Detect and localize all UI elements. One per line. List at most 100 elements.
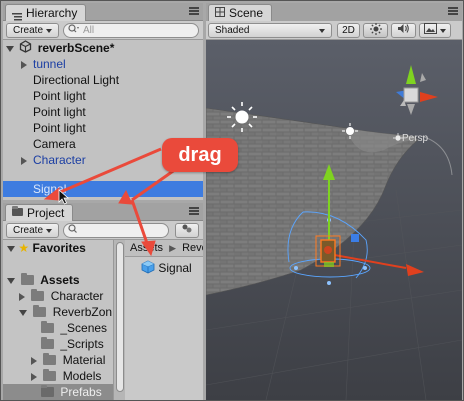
hierarchy-item-point-light[interactable]: Point light (3, 88, 203, 104)
grid-icon (215, 5, 225, 21)
project-search-input[interactable] (63, 223, 169, 238)
hierarchy-item-label: Point light (33, 121, 86, 135)
asset-item-signal[interactable]: Signal (141, 260, 192, 276)
collapse-arrow-icon (31, 356, 37, 365)
folder-icon (41, 336, 54, 349)
hierarchy-item-label: Directional Light (33, 73, 120, 87)
breadcrumb: Assets ▶ Reve (125, 240, 203, 257)
prefab-cube-icon (141, 260, 155, 278)
hierarchy-item-directional-light[interactable]: Directional Light (3, 72, 203, 88)
search-icon (68, 24, 80, 37)
view-mode-label: Persp (402, 133, 429, 144)
hierarchy-tabbar: Hierarchy (3, 3, 203, 21)
search-placeholder: All (83, 25, 95, 36)
hierarchy-create-button[interactable]: Create (6, 23, 60, 38)
scene-toolbar: Shaded 2D (206, 21, 462, 40)
scene-effects-dropdown[interactable] (419, 23, 451, 38)
expand-arrow-icon (6, 45, 14, 52)
project-tabbar: Project (3, 203, 203, 221)
folder-row-models[interactable]: Models (3, 368, 113, 384)
toggle-2d-button[interactable]: 2D (337, 23, 360, 38)
assets-label: Assets (40, 273, 80, 287)
chevron-down-icon (440, 28, 446, 33)
hierarchy-search-input[interactable]: All (63, 23, 199, 38)
folder-icon (41, 320, 54, 333)
scene-name: reverbScene* (37, 41, 115, 55)
folder-icon (31, 288, 45, 301)
folder-label: Prefabs (60, 385, 102, 399)
filter-by-type-button[interactable] (175, 223, 199, 238)
image-icon (424, 23, 437, 38)
favorites-label: Favorites (32, 241, 86, 255)
scrollbar-thumb[interactable] (116, 242, 124, 392)
scene-tabbar: Scene (206, 3, 462, 21)
panel-menu-icon[interactable] (189, 7, 199, 15)
collapse-arrow-icon (19, 292, 25, 301)
folder-label: _Scenes (60, 321, 108, 335)
folder-tree-scrollbar[interactable] (113, 240, 125, 400)
list-icon (12, 9, 22, 21)
hierarchy-tree: reverbScene* tunnel Directional Light Po… (3, 40, 203, 200)
tab-hierarchy-label: Hierarchy (26, 6, 78, 20)
chevron-down-icon (46, 28, 53, 33)
tab-hierarchy[interactable]: Hierarchy (5, 4, 87, 21)
assets-row[interactable]: Assets (3, 272, 113, 288)
folder-row-character[interactable]: Character (3, 288, 113, 304)
folder-label: Character (50, 289, 104, 303)
collapse-arrow-icon (31, 372, 37, 381)
scene-viewport[interactable]: Persp (206, 40, 462, 400)
tab-project-label: Project (27, 206, 65, 220)
folder-label: Material (62, 353, 106, 367)
hierarchy-item-signal[interactable]: Signal (3, 181, 203, 197)
favorites-row[interactable]: ★ Favorites (3, 240, 113, 256)
scene-lighting-toggle[interactable] (363, 22, 388, 39)
shading-mode-value: Shaded (215, 25, 250, 36)
tab-scene[interactable]: Scene (208, 4, 273, 21)
breadcrumb-separator-icon: ▶ (169, 243, 176, 253)
hierarchy-item-label: Camera (33, 137, 76, 151)
drag-callout: drag (162, 138, 238, 172)
folder-icon (43, 368, 57, 381)
tab-project[interactable]: Project (5, 204, 74, 221)
project-folder-tree: ★ Favorites Assets Character ReverbZon _… (3, 240, 113, 400)
filter-icon (180, 223, 194, 238)
sun-icon (369, 22, 382, 39)
scene-audio-toggle[interactable] (391, 23, 416, 38)
folder-label: Models (62, 369, 102, 383)
asset-item-label: Signal (158, 261, 192, 276)
expand-arrow-icon (7, 245, 15, 252)
collapse-arrow-icon (21, 156, 27, 165)
shading-mode-dropdown[interactable]: Shaded (208, 23, 332, 38)
folder-row-prefabs[interactable]: Prefabs (3, 384, 113, 400)
breadcrumb-reverbzone[interactable]: Reve (182, 242, 203, 254)
hierarchy-item-tunnel[interactable]: tunnel (3, 56, 203, 72)
folder-row-materials[interactable]: Material (3, 352, 113, 368)
hierarchy-item-point-light[interactable]: Point light (3, 104, 203, 120)
project-content-area: Assets ▶ Reve Signal (125, 240, 203, 400)
hierarchy-item-label: Character (33, 153, 86, 167)
folder-row-reverbzone[interactable]: ReverbZon (3, 304, 113, 320)
panel-menu-icon[interactable] (448, 7, 458, 15)
tab-scene-label: Scene (229, 6, 264, 20)
hierarchy-item-point-light[interactable]: Point light (3, 120, 203, 136)
collapse-arrow-icon (21, 60, 27, 69)
folder-label: ReverbZon (52, 305, 113, 319)
panel-menu-icon[interactable] (189, 207, 199, 215)
chevron-down-icon (46, 228, 53, 233)
folder-row-scripts[interactable]: _Scripts (3, 336, 113, 352)
breadcrumb-assets[interactable]: Assets (130, 242, 163, 254)
scene-root-row[interactable]: reverbScene* (3, 40, 203, 56)
project-create-button[interactable]: Create (6, 223, 60, 238)
folder-label: _Scripts (60, 337, 104, 351)
unity-scene-icon (19, 40, 32, 57)
hierarchy-item-label: Point light (33, 89, 86, 103)
create-button-label: Create (13, 225, 44, 236)
folder-row-scenes[interactable]: _Scenes (3, 320, 113, 336)
folder-icon (41, 384, 54, 397)
search-icon (68, 224, 78, 237)
folder-icon (21, 272, 35, 285)
chevron-down-icon (319, 28, 325, 33)
create-button-label: Create (13, 25, 44, 36)
folder-icon (12, 206, 23, 216)
callout-text: drag (178, 143, 222, 166)
